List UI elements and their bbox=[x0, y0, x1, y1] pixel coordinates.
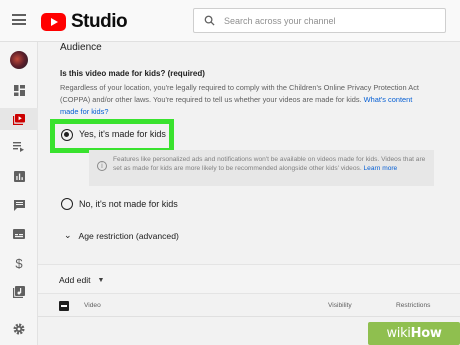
avatar[interactable] bbox=[10, 51, 28, 69]
subtitles-icon bbox=[13, 229, 25, 239]
select-all-checkbox[interactable] bbox=[59, 301, 69, 311]
search-input[interactable]: Search across your channel bbox=[224, 16, 336, 26]
logo-text: Studio bbox=[71, 11, 128, 32]
sidebar-item-playlists[interactable] bbox=[0, 136, 38, 158]
youtube-logo-icon bbox=[41, 13, 66, 31]
menu-icon[interactable] bbox=[12, 14, 26, 25]
dashboard-icon bbox=[13, 84, 25, 96]
sidebar-item-subtitles[interactable] bbox=[0, 223, 38, 245]
monetization-icon: $ bbox=[15, 255, 23, 271]
sidebar-item-audio-library[interactable] bbox=[0, 281, 38, 303]
search-icon[interactable] bbox=[194, 9, 224, 32]
section-title: Audience bbox=[60, 42, 102, 53]
sidebar-item-content[interactable] bbox=[0, 108, 38, 130]
info-icon: i bbox=[97, 161, 107, 171]
sidebar-item-monetization[interactable]: $ bbox=[0, 252, 38, 274]
sidebar-item-analytics[interactable] bbox=[0, 165, 38, 187]
watermark-part1: wiki bbox=[386, 326, 411, 341]
age-restriction-label: Age restriction (advanced) bbox=[78, 230, 179, 241]
add-edit-button[interactable]: Add edit ▼ bbox=[59, 275, 104, 285]
column-visibility[interactable]: Visibility bbox=[328, 302, 352, 309]
add-edit-label: Add edit bbox=[59, 275, 91, 285]
option-no-label[interactable]: No, it's not made for kids bbox=[79, 199, 178, 209]
watermark-part2: How bbox=[410, 326, 442, 341]
sidebar-item-dashboard[interactable] bbox=[0, 79, 38, 101]
comments-icon bbox=[13, 199, 25, 211]
dropdown-caret-icon: ▼ bbox=[97, 276, 105, 284]
kids-question: Is this video made for kids? (required) bbox=[60, 69, 205, 78]
sidebar: $ bbox=[0, 42, 38, 345]
settings-icon bbox=[13, 323, 25, 335]
info-text: Features like personalized ads and notif… bbox=[113, 155, 429, 173]
learn-more-link[interactable]: Learn more bbox=[364, 165, 398, 172]
content-icon bbox=[13, 113, 25, 125]
top-bar: Studio Search across your channel bbox=[0, 0, 460, 42]
table-header: Video Visibility Restrictions bbox=[38, 295, 460, 317]
analytics-icon bbox=[13, 170, 25, 182]
option-yes-label[interactable]: Yes, it's made for kids bbox=[79, 129, 166, 139]
chevron-down-icon: ⌄ bbox=[64, 230, 72, 240]
edit-toolbar: Add edit ▼ bbox=[38, 264, 460, 294]
radio-not-made-for-kids[interactable] bbox=[61, 198, 73, 210]
sidebar-item-settings[interactable] bbox=[0, 318, 38, 340]
sidebar-item-channel[interactable] bbox=[0, 49, 38, 71]
column-restrictions[interactable]: Restrictions bbox=[396, 302, 430, 309]
playlists-icon bbox=[13, 142, 24, 152]
column-video[interactable]: Video bbox=[84, 302, 101, 309]
radio-yes-made-for-kids[interactable] bbox=[61, 129, 73, 141]
info-box: i Features like personalized ads and not… bbox=[89, 150, 434, 186]
audio-library-icon bbox=[13, 286, 25, 298]
studio-logo[interactable]: Studio bbox=[41, 11, 128, 33]
search-box[interactable]: Search across your channel bbox=[193, 8, 446, 33]
main-content: Audience Is this video made for kids? (r… bbox=[38, 42, 460, 345]
age-restriction-toggle[interactable]: ⌄ Age restriction (advanced) bbox=[64, 230, 179, 241]
coppa-description: Regardless of your location, you're lega… bbox=[60, 82, 420, 118]
wikihow-watermark: wiki How bbox=[368, 322, 460, 345]
sidebar-item-comments[interactable] bbox=[0, 194, 38, 216]
